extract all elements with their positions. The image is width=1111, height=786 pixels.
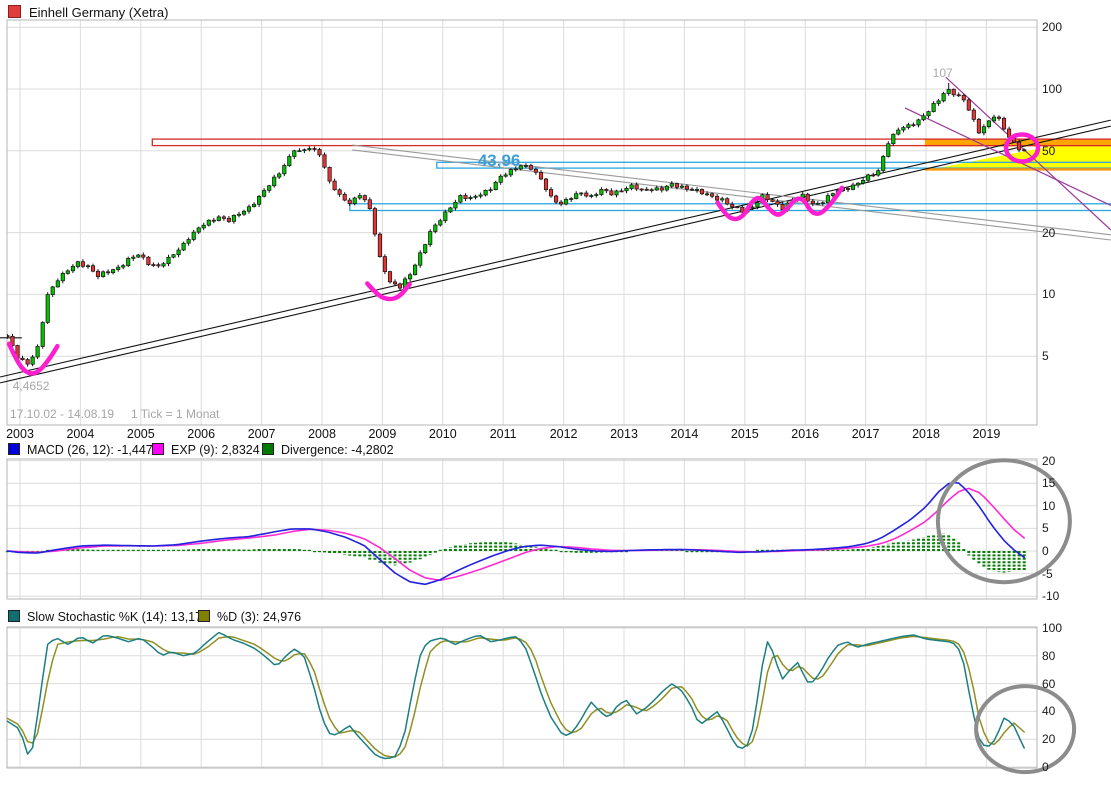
exp-color-icon xyxy=(152,443,164,455)
stoch-k-legend-label: Slow Stochastic %K (14): 13,179 xyxy=(27,610,209,624)
main-y-axis-tick: 50 xyxy=(1042,144,1055,158)
page-title: Einhell Germany (Xetra) xyxy=(29,5,168,20)
x-axis-year-tick: 2011 xyxy=(481,427,525,441)
stock-chart-application: Einhell Germany (Xetra) 17.10.02 - 14.08… xyxy=(0,0,1111,786)
legend-item-macd: MACD (26, 12): -1,4478 xyxy=(8,443,160,457)
macd-y-axis-tick: 10 xyxy=(1042,499,1055,513)
main-y-axis-tick: 100 xyxy=(1042,82,1062,96)
stoch-y-axis-tick: 40 xyxy=(1042,704,1055,718)
x-axis-year-tick: 2018 xyxy=(904,427,948,441)
macd-legend: MACD (26, 12): -1,4478 EXP (9): 2,8324 D… xyxy=(0,443,1111,459)
x-axis-year-tick: 2006 xyxy=(179,427,223,441)
x-axis-year-tick: 2014 xyxy=(662,427,706,441)
main-y-axis-tick: 20 xyxy=(1042,226,1055,240)
stoch-d-color-icon xyxy=(198,610,210,622)
macd-y-axis-tick: 5 xyxy=(1042,521,1049,535)
stoch-d-legend-label: %D (3): 24,976 xyxy=(217,610,301,624)
chart-annotation-label: 43,96 xyxy=(478,151,521,171)
macd-color-icon xyxy=(8,443,20,455)
macd-y-axis-tick: 0 xyxy=(1042,544,1049,558)
chart-title-row: Einhell Germany (Xetra) xyxy=(8,4,168,20)
stoch-y-axis-tick: 20 xyxy=(1042,732,1055,746)
x-axis-year-tick: 2017 xyxy=(844,427,888,441)
series-color-icon xyxy=(8,5,21,18)
macd-y-axis-tick: -10 xyxy=(1042,589,1059,603)
stoch-y-axis-tick: 0 xyxy=(1042,760,1049,774)
stoch-y-axis-tick: 60 xyxy=(1042,677,1055,691)
x-axis-year-tick: 2015 xyxy=(723,427,767,441)
x-axis-year-tick: 2007 xyxy=(240,427,284,441)
chart-annotation-label: 107 xyxy=(933,66,953,80)
exp-legend-label: EXP (9): 2,8324 xyxy=(171,443,260,457)
x-axis-year-tick: 2003 xyxy=(0,427,42,441)
x-axis-year-tick: 2008 xyxy=(300,427,344,441)
macd-legend-label: MACD (26, 12): -1,4478 xyxy=(27,443,160,457)
legend-item-stoch-k: Slow Stochastic %K (14): 13,179 xyxy=(8,610,209,624)
legend-item-divergence: Divergence: -4,2802 xyxy=(262,443,394,457)
x-axis-year-tick: 2009 xyxy=(360,427,404,441)
x-axis-year-tick: 2016 xyxy=(783,427,827,441)
main-y-axis-tick: 200 xyxy=(1042,20,1062,34)
x-axis-year-tick: 2005 xyxy=(119,427,163,441)
stoch-y-axis-tick: 80 xyxy=(1042,649,1055,663)
divergence-color-icon xyxy=(262,443,274,455)
x-axis-year-tick: 2019 xyxy=(964,427,1008,441)
date-range-label: 17.10.02 - 14.08.19 xyxy=(10,407,114,421)
legend-item-exp: EXP (9): 2,8324 xyxy=(152,443,260,457)
x-axis-year-tick: 2004 xyxy=(58,427,102,441)
x-axis-year-tick: 2013 xyxy=(602,427,646,441)
macd-y-axis-tick: 15 xyxy=(1042,476,1055,490)
x-axis-year-tick: 2010 xyxy=(421,427,465,441)
main-y-axis-tick: 10 xyxy=(1042,287,1055,301)
tick-interval-label: 1 Tick = 1 Monat xyxy=(131,407,219,421)
divergence-legend-label: Divergence: -4,2802 xyxy=(281,443,394,457)
stochastic-legend: Slow Stochastic %K (14): 13,179 %D (3): … xyxy=(0,610,1111,626)
legend-item-stoch-d: %D (3): 24,976 xyxy=(198,610,301,624)
x-axis-year-tick: 2012 xyxy=(542,427,586,441)
stoch-k-color-icon xyxy=(8,610,20,622)
chart-annotation-label: 4,4652 xyxy=(13,379,50,393)
macd-y-axis-tick: -5 xyxy=(1042,567,1053,581)
main-y-axis-tick: 5 xyxy=(1042,349,1049,363)
chart-canvas xyxy=(0,0,1111,786)
